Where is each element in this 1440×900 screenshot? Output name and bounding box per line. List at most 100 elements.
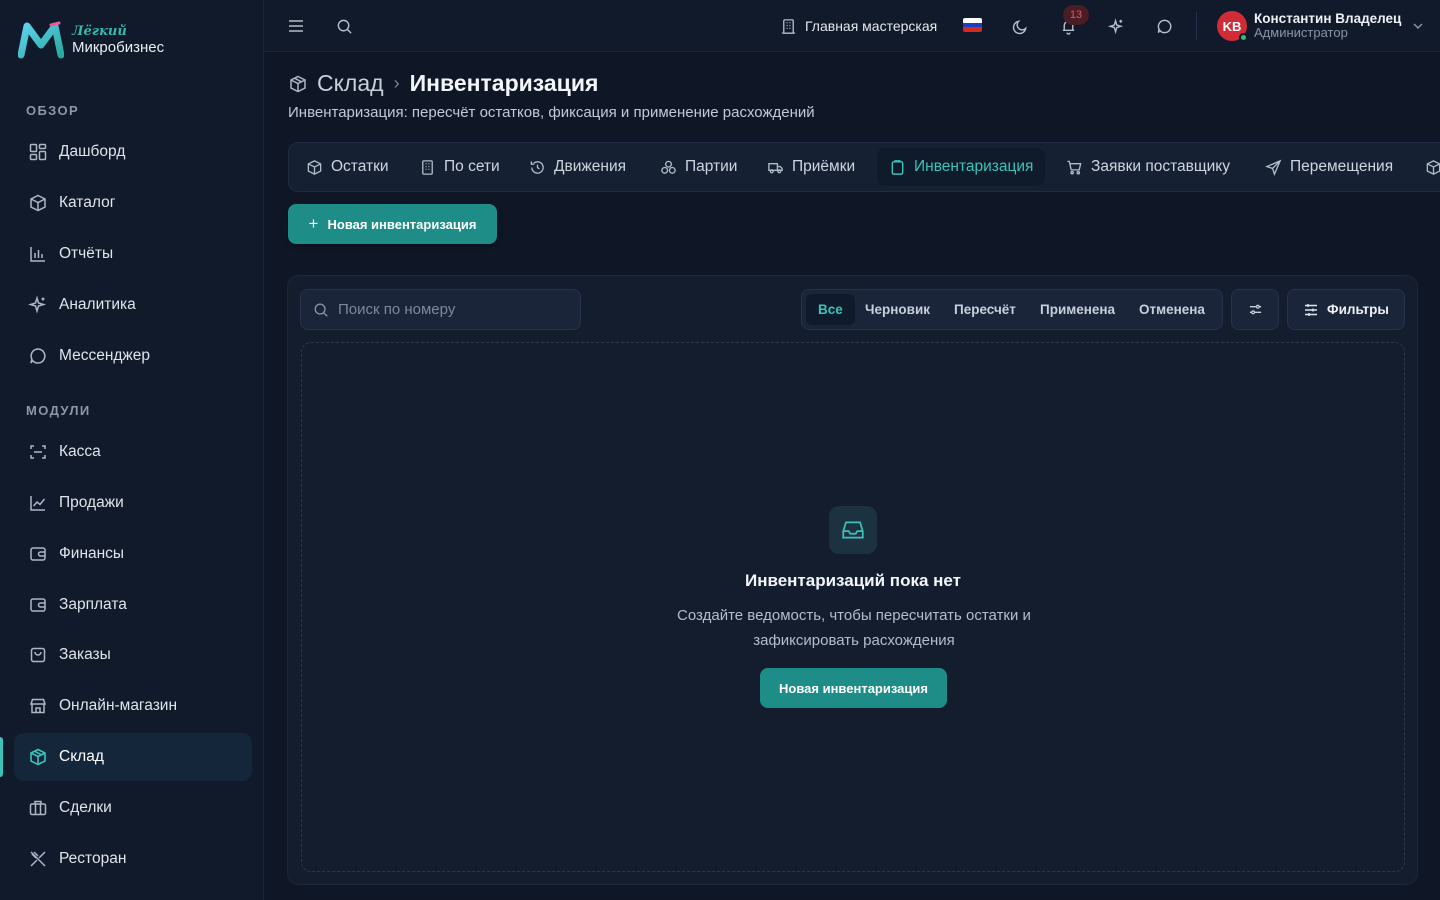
- brand-line2: Микробизнес: [72, 39, 165, 56]
- warehouse-tabs: Остатки По сети Движения Партии Приёмки …: [288, 142, 1440, 192]
- sidebar-item-warehouse[interactable]: Склад: [14, 733, 252, 781]
- tab-network[interactable]: По сети: [407, 148, 512, 186]
- sidebar-item-orders[interactable]: Заказы: [14, 631, 252, 679]
- reports-icon: [30, 247, 45, 262]
- tab-label: Партии: [685, 158, 738, 175]
- search-button[interactable]: [332, 14, 356, 38]
- sidebar-item-finance[interactable]: Финансы: [14, 530, 252, 578]
- sidebar-item-label: Онлайн-магазин: [59, 697, 178, 714]
- new-inventory-button[interactable]: + Новая инвентаризация: [288, 204, 497, 244]
- status-filter-recount[interactable]: Пересчёт: [942, 294, 1028, 325]
- tab-label: Перемещения: [1290, 158, 1394, 175]
- messages-button[interactable]: [1152, 14, 1176, 38]
- active-indicator: [0, 737, 3, 777]
- empty-state: Инвентаризаций пока нет Создайте ведомос…: [301, 342, 1405, 872]
- notification-count-badge: 13: [1063, 5, 1089, 25]
- tab-label: Заявки поставщику: [1091, 158, 1231, 175]
- page-title: Инвентаризация: [409, 70, 599, 96]
- sidebar-item-online-store[interactable]: Онлайн-магазин: [14, 682, 252, 730]
- filters-button[interactable]: Фильтры: [1287, 289, 1405, 330]
- status-filter-all[interactable]: Все: [806, 294, 855, 325]
- brand-line1: Лёгкий: [72, 24, 127, 39]
- truck-icon: [768, 162, 783, 173]
- tab-movements[interactable]: Движения: [517, 148, 638, 186]
- sidebar-item-analytics[interactable]: Аналитика: [14, 281, 252, 329]
- tab-stock[interactable]: Остатки: [294, 148, 401, 186]
- theme-toggle-button[interactable]: [1008, 14, 1032, 38]
- utensils-icon: [30, 851, 46, 867]
- cart-icon: [1067, 160, 1082, 174]
- language-flag-button[interactable]: [963, 18, 982, 32]
- dashboard-icon: [29, 143, 47, 161]
- workshop-label: Главная мастерская: [805, 18, 938, 34]
- inbox-icon: [829, 506, 877, 554]
- user-menu[interactable]: KB Константин Владелец Администратор: [1217, 9, 1425, 43]
- new-inventory-label: Новая инвентаризация: [327, 216, 477, 232]
- search-icon: [337, 19, 352, 34]
- tab-label: Приёмки: [792, 158, 856, 175]
- filters-label: Фильтры: [1327, 302, 1389, 317]
- building-icon: [781, 18, 796, 34]
- send-icon: [1265, 159, 1282, 176]
- layers-icon: [661, 160, 676, 174]
- view-settings-button[interactable]: [1231, 289, 1279, 330]
- brand-logo[interactable]: Лёгкий Микробизнес: [18, 20, 164, 60]
- tab-more[interactable]: [1413, 148, 1440, 186]
- avatar: KB: [1217, 11, 1248, 42]
- sidebar-item-label: Каталог: [59, 194, 116, 211]
- sidebar-item-label: Отчёты: [59, 245, 114, 262]
- empty-new-inventory-button[interactable]: Новая инвентаризация: [760, 668, 947, 708]
- box-icon: [30, 748, 46, 766]
- sidebar-item-label: Аналитика: [59, 296, 136, 313]
- catalog-icon: [30, 194, 46, 212]
- tab-batches[interactable]: Партии: [648, 148, 749, 186]
- tab-label: Инвентаризация: [914, 158, 1034, 175]
- building-icon: [422, 159, 433, 175]
- search-input[interactable]: [338, 301, 568, 318]
- box-icon: [290, 75, 306, 92]
- sidebar-item-label: Ресторан: [59, 850, 127, 867]
- status-filter-draft[interactable]: Черновик: [853, 294, 942, 325]
- section-title-modules: МОДУЛИ: [26, 403, 91, 418]
- menu-toggle-button[interactable]: [284, 14, 308, 38]
- sidebar-item-restaurant[interactable]: Ресторан: [14, 835, 252, 883]
- chevron-down-icon: [1413, 23, 1423, 30]
- sidebar-item-sales[interactable]: Продажи: [14, 479, 252, 527]
- tab-inventory[interactable]: Инвентаризация: [877, 148, 1046, 186]
- sparkles-icon: [28, 295, 47, 314]
- topbar: Главная мастерская 13 KB Константин Влад…: [264, 0, 1440, 52]
- sidebar-item-dashboard[interactable]: Дашборд: [14, 128, 252, 176]
- sidebar-item-deals[interactable]: Сделки: [14, 784, 252, 832]
- search-field[interactable]: [300, 289, 581, 330]
- sidebar-item-messenger[interactable]: Мессенджер: [14, 332, 252, 380]
- status-filter-cancelled[interactable]: Отменена: [1127, 294, 1217, 325]
- breadcrumb-parent[interactable]: Склад: [317, 70, 384, 97]
- topbar-divider: [1196, 12, 1197, 40]
- flag-stripe: [963, 27, 982, 32]
- sidebar-item-label: Мессенджер: [59, 347, 151, 364]
- moon-icon: [1012, 19, 1027, 34]
- status-filter-applied[interactable]: Применена: [1028, 294, 1127, 325]
- sidebar-item-cashbox[interactable]: Касса: [14, 428, 252, 476]
- sidebar-item-payroll[interactable]: Зарплата: [14, 581, 252, 629]
- sparkles-icon: [1107, 17, 1123, 34]
- sidebar-item-label: Финансы: [59, 545, 125, 562]
- box-icon: [1426, 159, 1440, 175]
- ai-assistant-button[interactable]: [1104, 14, 1128, 38]
- sidebar-item-reports[interactable]: Отчёты: [14, 230, 252, 278]
- search-icon: [314, 303, 328, 317]
- tab-supplier-requests[interactable]: Заявки поставщику: [1054, 148, 1242, 186]
- logo-m-icon: [18, 21, 64, 59]
- section-title-overview: ОБЗОР: [26, 103, 80, 118]
- empty-state-title: Инвентаризаций пока нет: [745, 571, 961, 590]
- breadcrumb: Склад › Инвентаризация: [288, 70, 598, 97]
- tab-receipts[interactable]: Приёмки: [755, 148, 867, 186]
- workshop-selector[interactable]: Главная мастерская: [780, 14, 937, 38]
- sidebar-item-label: Дашборд: [59, 143, 126, 160]
- shopping-bag-icon: [30, 647, 46, 663]
- plus-icon: +: [308, 214, 319, 233]
- boxes-icon: [307, 159, 322, 175]
- tab-transfers[interactable]: Перемещения: [1253, 148, 1405, 186]
- sidebar-item-catalog[interactable]: Каталог: [14, 179, 252, 227]
- page-subtitle: Инвентаризация: пересчёт остатков, фикса…: [288, 104, 815, 121]
